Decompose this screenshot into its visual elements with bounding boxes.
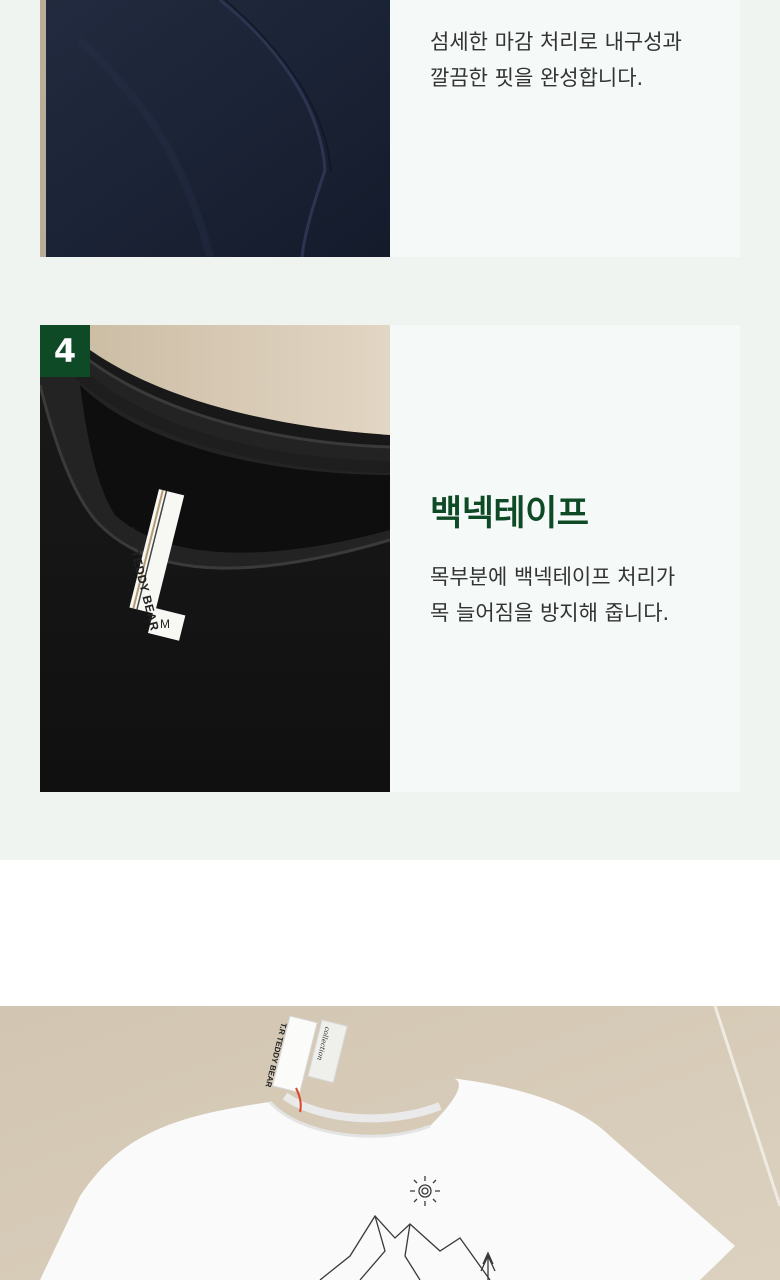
product-detail-page: 섬세한 마감 처리로 내구성과 깔끔한 핏을 완성합니다. 4 T.R TEDD… (0, 0, 780, 1280)
feature-4-description: 목부분에 백넥테이프 처리가 목 늘어짐을 방지해 줍니다. (430, 565, 676, 625)
feature-number-badge: 4 (40, 325, 90, 377)
white-tshirt-photo: T.R TEDDY BEAR collection (0, 1006, 780, 1280)
feature-4-text-panel: 백넥테이프 목부분에 백넥테이프 처리가 목 늘어짐을 방지해 줍니다. (390, 325, 740, 792)
black-shirt-neck-image (40, 325, 390, 792)
navy-fabric-image (40, 0, 390, 257)
section-spacer (0, 860, 780, 1006)
white-tshirt-image (0, 1006, 780, 1280)
feature-card-4: 4 T.R TEDDY BEAR M 백넥테이프 목부분에 백넥테이프 처리가 … (40, 325, 740, 792)
feature-4-title: 백넥테이프 (430, 494, 589, 534)
feature-3-text-panel: 섬세한 마감 처리로 내구성과 깔끔한 핏을 완성합니다. (390, 0, 740, 257)
back-neck-tape-photo: T.R TEDDY BEAR M (40, 325, 390, 792)
feature-3-description: 섬세한 마감 처리로 내구성과 깔끔한 핏을 완성합니다. (430, 30, 682, 90)
navy-shirt-photo (40, 0, 390, 257)
feature-section: 섬세한 마감 처리로 내구성과 깔끔한 핏을 완성합니다. 4 T.R TEDD… (0, 0, 780, 860)
neck-label-size: M (160, 617, 170, 631)
feature-card-3: 섬세한 마감 처리로 내구성과 깔끔한 핏을 완성합니다. (40, 0, 740, 257)
